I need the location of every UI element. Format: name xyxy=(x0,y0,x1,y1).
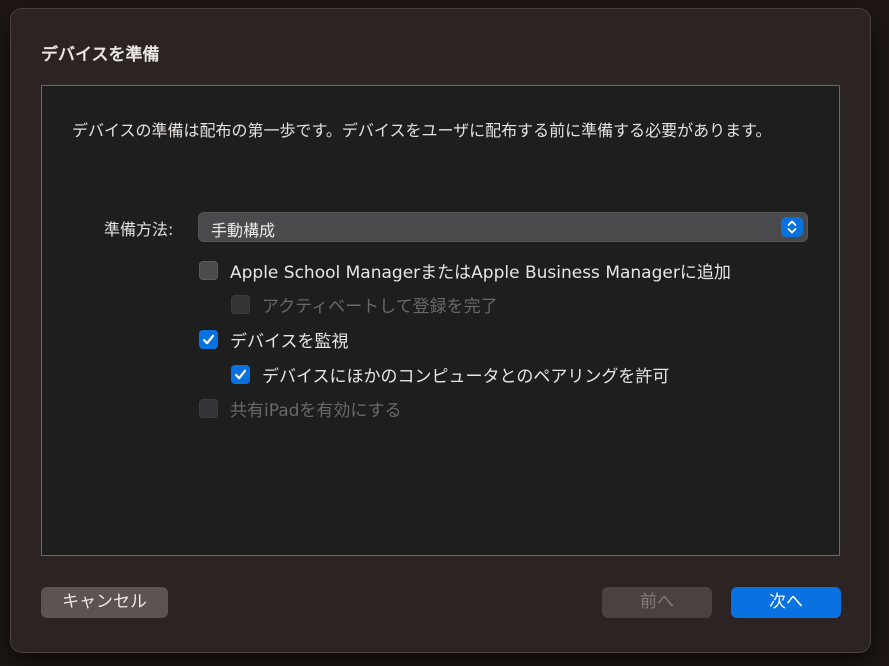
checkmark-icon[interactable] xyxy=(231,365,250,384)
allow-pairing-checkbox[interactable]: デバイスにほかのコンピュータとのペアリングを許可 xyxy=(231,362,669,387)
next-button[interactable]: 次へ xyxy=(731,587,841,618)
method-label: 準備方法: xyxy=(104,220,174,239)
supervise-device-label: デバイスを監視 xyxy=(230,332,349,352)
checkbox-disabled xyxy=(231,295,250,314)
checkmark-icon[interactable] xyxy=(199,330,218,349)
checkbox-unchecked[interactable] xyxy=(199,261,218,280)
checkbox-disabled xyxy=(199,399,218,418)
supervise-device-checkbox[interactable]: デバイスを監視 xyxy=(199,327,349,352)
options-panel xyxy=(41,85,840,556)
cancel-button[interactable]: キャンセル xyxy=(41,587,168,618)
method-popup[interactable]: 手動構成 xyxy=(198,212,808,242)
dialog-description: デバイスの準備は配布の第一歩です。デバイスをユーザに配布する前に準備する必要があ… xyxy=(72,121,772,140)
previous-button: 前へ xyxy=(602,587,712,618)
allow-pairing-label: デバイスにほかのコンピュータとのペアリングを許可 xyxy=(262,367,670,387)
dialog-title: デバイスを準備 xyxy=(41,45,160,65)
add-to-manager-checkbox[interactable]: Apple School ManagerまたはApple Business Ma… xyxy=(199,258,731,283)
activate-complete-label: アクティベートして登録を完了 xyxy=(262,297,498,317)
shared-ipad-checkbox: 共有iPadを有効にする xyxy=(199,396,402,421)
up-down-chevron-icon xyxy=(781,217,803,237)
method-popup-value: 手動構成 xyxy=(211,221,276,240)
activate-complete-checkbox: アクティベートして登録を完了 xyxy=(231,292,498,317)
shared-ipad-label: 共有iPadを有効にする xyxy=(230,401,402,421)
add-to-manager-label: Apple School ManagerまたはApple Business Ma… xyxy=(230,263,731,283)
